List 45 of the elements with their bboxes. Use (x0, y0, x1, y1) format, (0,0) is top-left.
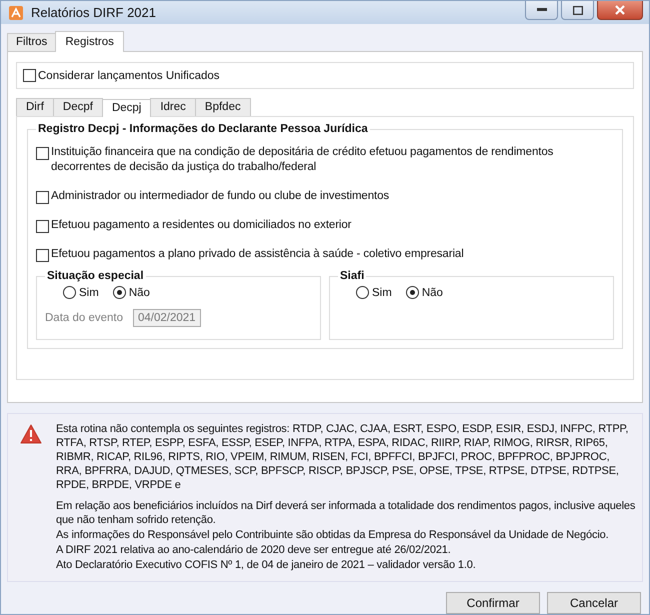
radio-button[interactable] (406, 286, 419, 299)
warning-icon (20, 424, 42, 444)
checkbox-label: Instituição financeira que na condição de depositária de crédito efetuou pagamentos de rendimentos decorrentes de decisão da justiça do trabalho/federal (51, 145, 554, 175)
radio-button[interactable] (112, 286, 126, 299)
group-title: Siafi (339, 270, 366, 282)
checkbox-label: Considerar lançamentos Unificados (38, 70, 220, 82)
checkbox[interactable] (36, 191, 49, 204)
checkbox[interactable] (36, 249, 49, 262)
tab[interactable]: Idrec (150, 98, 196, 116)
notice-text: A DIRF 2021 relativa ao ano-calendário de 2020 deve ser entregue até 26/02/2021. (56, 543, 452, 557)
radio-label: Não (128, 286, 150, 298)
minimize-icon (536, 8, 546, 12)
window-title: Relatórios DIRF 2021 (31, 5, 157, 20)
checkbox-label: Efetuou pagamentos a plano privado de assistência à saúde - coletivo empresarial (51, 247, 464, 262)
close-icon (615, 5, 625, 15)
group-title: Situação especial (46, 270, 145, 282)
tab[interactable]: Bpfdec (194, 98, 251, 116)
minimize-button[interactable] (525, 1, 558, 20)
radio-label: Sim (372, 286, 392, 298)
close-button[interactable] (597, 1, 643, 20)
radio-label: Não (422, 286, 443, 298)
tab[interactable]: Registros (55, 31, 124, 52)
notice-text: Ato Declaratório Executivo COFIS Nº 1, de 04 de janeiro de 2021 – validador versão 1.0. (56, 558, 477, 572)
checkbox-label: Efetuou pagamento a residentes ou domiciliados no exterior (51, 218, 352, 233)
dialog-button[interactable]: Cancelar (547, 592, 641, 614)
tab[interactable]: Filtros (7, 33, 56, 51)
dialog-button[interactable]: Confirmar (446, 592, 540, 614)
date-label: Data do evento (45, 312, 124, 324)
checkbox-label: Administrador ou intermediador de fundo ou clube de investimentos (51, 189, 390, 204)
notice-text: Esta rotina não contempla os seguintes registros: RTDP, CJAC, CJAA, ESRT, ESPO, ESDP, ESIR, ESDJ, INFPC, RTPP, RTFA, RTSP, RTEP, ESPP, ESFA, ESSP, ESEP, INFPA, RTPA, ESPA, RIDAC, RIIRP, RIAP, RIMOG, RIRSR, RIP65, RIBMR, RICAP, RIL96, RIPTS, RIO, VPEIM, RIMUM, RISEN, FCI, BPFFCI, BPJFCI, PROC, BPFPROC, BPJPROC, RRA, BPFRRA, DAJUD, QTMESES, SCP, BPFSCP, RISCP, BPJSCP, PSE, OPSE, TPSE, RTPSE, DTPSE, RDTPSE, RPDE, BRPDE, VRPDE e (56, 422, 630, 492)
checkbox[interactable] (23, 69, 36, 82)
radio-button[interactable] (356, 286, 369, 299)
notice-text: As informações do Responsável pelo Contribuinte são obtidas da Empresa do Responsável da Unidade de Negócio. (56, 528, 610, 542)
radio-button[interactable] (63, 286, 76, 299)
app-icon (9, 6, 23, 20)
tab[interactable]: Decpf (52, 98, 103, 116)
maximize-icon (572, 6, 582, 14)
tab[interactable]: Decpj (102, 99, 152, 117)
checkbox[interactable] (36, 147, 49, 160)
checkbox[interactable] (36, 220, 49, 233)
maximize-button[interactable] (561, 1, 594, 20)
notice-text: Em relação aos beneficiários incluídos na Dirf deverá ser informada a totalidade dos rendimentos pagos, inclusive aqueles que não tenham sofrido retenção. (56, 499, 636, 527)
group-title: Registro Decpj - Informações do Declarante Pessoa Jurídica (37, 123, 369, 135)
tab[interactable]: Dirf (16, 98, 54, 116)
radio-label: Sim (79, 286, 99, 298)
